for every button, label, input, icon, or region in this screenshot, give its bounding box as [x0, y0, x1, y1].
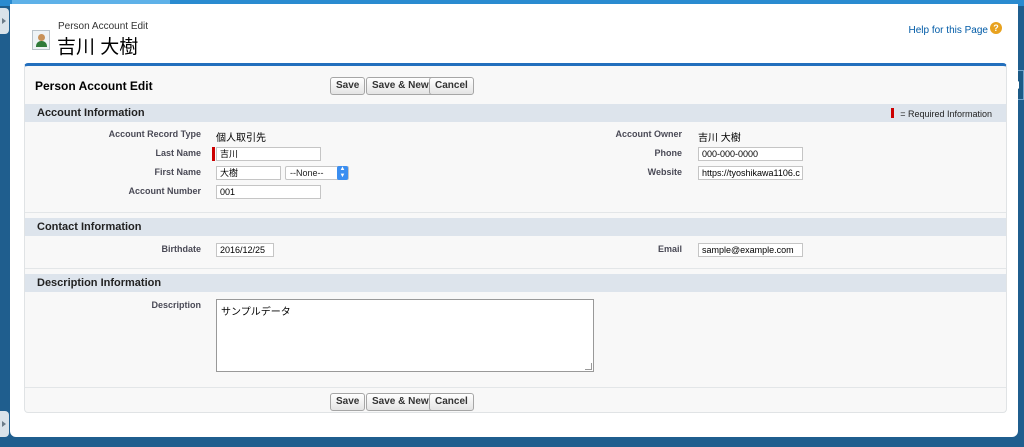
account-owner-label: Account Owner: [615, 129, 682, 139]
record-type-value: 個人取引先: [216, 133, 266, 144]
phone-input[interactable]: 000-000-0000: [698, 147, 803, 161]
birthdate-input[interactable]: 2016/12/25: [216, 243, 274, 257]
section-divider: [25, 212, 1006, 213]
email-input[interactable]: sample@example.com: [698, 243, 803, 257]
cancel-button[interactable]: Cancel: [429, 77, 474, 95]
chevron-updown-icon: ▲ ▼: [337, 166, 348, 180]
account-owner-value: 吉川 大樹: [698, 133, 741, 144]
section-account-info: Account Information = Required Informati…: [25, 104, 1006, 122]
page-container: Person Account Edit 吉川 大樹 Help for this …: [10, 4, 1018, 437]
edit-panel: Person Account Edit Save Save & New Canc…: [24, 63, 1007, 413]
save-button[interactable]: Save: [330, 77, 366, 95]
website-label: Website: [647, 167, 682, 177]
panel-title: Person Account Edit: [35, 79, 153, 93]
description-label: Description: [151, 300, 201, 310]
save-button-bottom[interactable]: Save: [330, 393, 366, 411]
last-name-input[interactable]: 吉川: [216, 147, 321, 161]
help-link[interactable]: Help for this Page: [909, 25, 989, 36]
required-marker-icon: [891, 108, 895, 118]
cancel-button-bottom[interactable]: Cancel: [429, 393, 474, 411]
account-number-label: Account Number: [128, 186, 201, 196]
first-name-label: First Name: [154, 167, 201, 177]
save-new-button[interactable]: Save & New: [366, 77, 435, 95]
last-name-label: Last Name: [155, 148, 201, 158]
account-number-input[interactable]: 001: [216, 185, 321, 199]
page-title: 吉川 大樹: [57, 37, 139, 58]
required-legend: = Required Information: [891, 108, 992, 119]
left-sidebar-handle-bottom[interactable]: [0, 411, 9, 437]
record-type-label: Account Record Type: [108, 129, 201, 139]
section-description-info: Description Information: [25, 274, 1006, 292]
section-title: Contact Information: [37, 221, 142, 233]
birthdate-label: Birthdate: [161, 244, 201, 254]
email-label: Email: [657, 244, 682, 254]
section-title: Description Information: [37, 277, 162, 289]
page-subtitle: Person Account Edit: [58, 21, 149, 32]
save-new-button-bottom[interactable]: Save & New: [366, 393, 435, 411]
salutation-select[interactable]: --None-- ▲ ▼: [285, 166, 349, 180]
phone-label: Phone: [654, 148, 682, 158]
person-account-icon: [32, 30, 50, 50]
description-textarea[interactable]: サンプルデータ: [216, 299, 594, 372]
required-marker-icon: [212, 147, 215, 161]
left-sidebar-handle-top[interactable]: [0, 8, 9, 34]
section-divider: [25, 268, 1006, 269]
section-contact-info: Contact Information: [25, 218, 1006, 236]
website-input[interactable]: https://tyoshikawa1106.c: [698, 166, 803, 180]
section-title: Account Information: [37, 107, 145, 119]
help-icon[interactable]: ?: [990, 22, 1002, 34]
footer-divider: [25, 387, 1006, 388]
resize-handle-icon[interactable]: [585, 363, 592, 370]
first-name-input[interactable]: 大樹: [216, 166, 281, 180]
